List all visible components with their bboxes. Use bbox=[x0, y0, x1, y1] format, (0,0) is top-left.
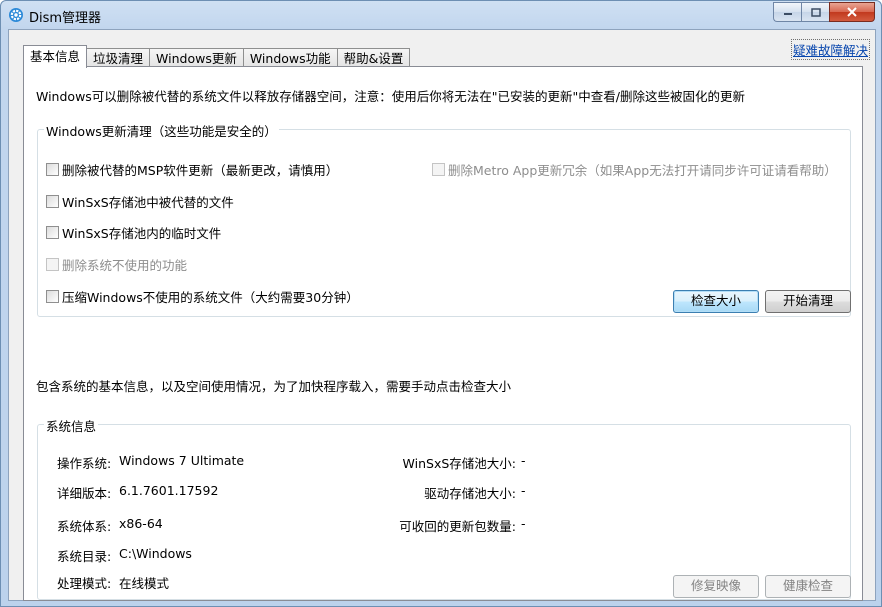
dir-value: C:\Windows bbox=[119, 546, 192, 561]
tab-junk-clean[interactable]: 垃圾清理 bbox=[86, 48, 151, 68]
option-compress-system-files[interactable]: 压缩Windows不使用的系统文件（大约需要30分钟） bbox=[46, 287, 359, 306]
gear-icon bbox=[9, 8, 23, 22]
checkbox[interactable] bbox=[46, 226, 59, 239]
update-cleanup-group: Windows更新清理（这些功能是安全的） 删除被代替的MSP软件更新（最新更改… bbox=[37, 121, 851, 317]
winsxs-size-value: - bbox=[521, 453, 526, 468]
app-window: Dism管理器 基本信息 垃圾清理 Windows更新 Windows功能 帮助… bbox=[0, 0, 882, 607]
tab-help-settings[interactable]: 帮助&设置 bbox=[336, 48, 411, 68]
mode-value: 在线模式 bbox=[119, 576, 170, 591]
checkbox[interactable] bbox=[46, 290, 59, 303]
option-winsxs-temp[interactable]: WinSxS存储池内的临时文件 bbox=[46, 223, 221, 242]
window-title: Dism管理器 bbox=[29, 11, 102, 26]
tab-windows-features[interactable]: Windows功能 bbox=[242, 48, 338, 68]
option-remove-metro: 删除Metro App更新冗余（如果App无法打开请同步许可证请看帮助） bbox=[432, 160, 837, 179]
checkbox bbox=[46, 258, 59, 271]
option-remove-unused-features: 删除系统不使用的功能 bbox=[46, 255, 187, 274]
checkbox[interactable] bbox=[46, 163, 59, 176]
option-winsxs-superseded[interactable]: WinSxS存储池中被代替的文件 bbox=[46, 192, 234, 211]
start-clean-button[interactable]: 开始清理 bbox=[765, 290, 851, 313]
reclaimable-packages-value: - bbox=[521, 516, 526, 531]
tab-strip: 基本信息 垃圾清理 Windows更新 Windows功能 帮助&设置 bbox=[23, 45, 411, 68]
title-bar[interactable]: Dism管理器 bbox=[1, 1, 881, 29]
close-button[interactable] bbox=[829, 2, 875, 22]
dir-label: 系统目录: bbox=[57, 549, 112, 564]
system-info-hint: 包含系统的基本信息，以及空间使用情况，为了加快程序载入，需要手动点击检查大小 bbox=[36, 379, 512, 394]
os-value: Windows 7 Ultimate bbox=[119, 453, 245, 468]
winsxs-size-label: WinSxS存储池大小: bbox=[402, 456, 516, 471]
minimize-icon bbox=[783, 13, 792, 15]
tab-windows-update[interactable]: Windows更新 bbox=[149, 48, 244, 68]
basic-info-page: Windows可以删除被代替的系统文件以释放存储器空间，注意：使用后你将无法在"… bbox=[23, 66, 863, 601]
driver-store-size-value: - bbox=[521, 483, 526, 498]
arch-label: 系统体系: bbox=[57, 519, 112, 534]
tab-basic-info[interactable]: 基本信息 bbox=[23, 45, 88, 68]
window-controls bbox=[773, 2, 875, 22]
os-label: 操作系统: bbox=[57, 456, 112, 471]
maximize-button[interactable] bbox=[801, 2, 829, 22]
checkbox[interactable] bbox=[46, 195, 59, 208]
version-label: 详细版本: bbox=[57, 486, 112, 501]
client-area: 基本信息 垃圾清理 Windows更新 Windows功能 帮助&设置 疑难故障… bbox=[8, 29, 876, 601]
system-info-legend: 系统信息 bbox=[44, 416, 99, 435]
close-icon bbox=[847, 7, 857, 17]
version-value: 6.1.7601.17592 bbox=[119, 483, 219, 498]
troubleshoot-link[interactable]: 疑难故障解决 bbox=[791, 39, 871, 60]
health-check-button: 健康检查 bbox=[765, 575, 851, 598]
minimize-button[interactable] bbox=[773, 2, 801, 22]
check-size-button[interactable]: 检查大小 bbox=[673, 290, 759, 313]
mode-label: 处理模式: bbox=[57, 576, 112, 591]
driver-store-size-label: 驱动存储池大小: bbox=[424, 486, 516, 501]
system-info-group: 系统信息 操作系统: Windows 7 Ultimate 详细版本: 6.1.… bbox=[37, 416, 851, 600]
reclaimable-packages-label: 可收回的更新包数量: bbox=[399, 519, 516, 534]
maximize-icon bbox=[810, 7, 821, 17]
repair-image-button: 修复映像 bbox=[673, 575, 759, 598]
option-remove-msp[interactable]: 删除被代替的MSP软件更新（最新更改，请慎用） bbox=[46, 160, 338, 179]
cleanup-notice: Windows可以删除被代替的系统文件以释放存储器空间，注意：使用后你将无法在"… bbox=[36, 89, 746, 104]
update-cleanup-legend: Windows更新清理（这些功能是安全的） bbox=[44, 121, 279, 140]
arch-value: x86-64 bbox=[119, 516, 163, 531]
checkbox bbox=[432, 163, 445, 176]
